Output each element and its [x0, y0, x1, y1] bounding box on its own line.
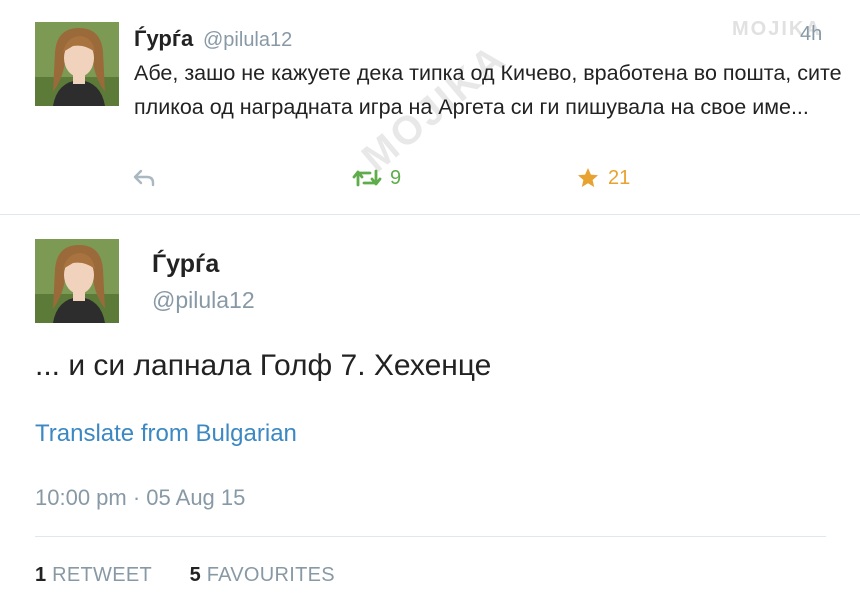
tweet-text: ... и си лапнала Голф 7. Хехенце: [35, 349, 492, 382]
divider: [0, 214, 860, 215]
avatar[interactable]: [35, 22, 119, 106]
tweet-timestamp: 10:00 pm · 05 Aug 15: [35, 485, 246, 510]
retweets-label: RETWEET: [52, 564, 152, 586]
favourite-count: 21: [608, 167, 631, 189]
reply-icon: [133, 169, 155, 187]
retweets-stat[interactable]: 1 RETWEET: [35, 564, 152, 587]
favourites-label: FAVOURITES: [206, 564, 335, 586]
reply-button[interactable]: [132, 167, 156, 189]
handle[interactable]: @pilula12: [203, 29, 292, 52]
avatar-photo: [35, 22, 119, 106]
avatar[interactable]: [35, 239, 119, 323]
tweet-stats: 1 RETWEET 5 FAVOURITES: [35, 564, 367, 587]
avatar-photo: [35, 239, 119, 323]
tweet-text: Абе, зашо не кажуете дека типка од Кичев…: [134, 61, 842, 119]
favourites-stat[interactable]: 5 FAVOURITES: [190, 564, 335, 587]
tweet-actions: 9 21: [0, 165, 860, 195]
favourites-count: 5: [189, 564, 201, 586]
tweet-time[interactable]: 4h: [800, 23, 822, 46]
retweet-count: 9: [390, 167, 402, 189]
tweet-item[interactable]: Ѓурѓа @pilula12 MOJIKA 4h MOJIKA Абе, за…: [0, 0, 860, 214]
star-icon: [576, 166, 600, 195]
retweets-count: 1: [35, 564, 47, 586]
handle[interactable]: @pilula12: [152, 287, 255, 314]
retweet-icon: [352, 167, 382, 194]
divider: [35, 536, 826, 537]
display-name[interactable]: Ѓурѓа: [134, 26, 193, 52]
display-name[interactable]: Ѓурѓа: [152, 250, 219, 279]
translate-link[interactable]: Translate from Bulgarian: [35, 420, 297, 448]
